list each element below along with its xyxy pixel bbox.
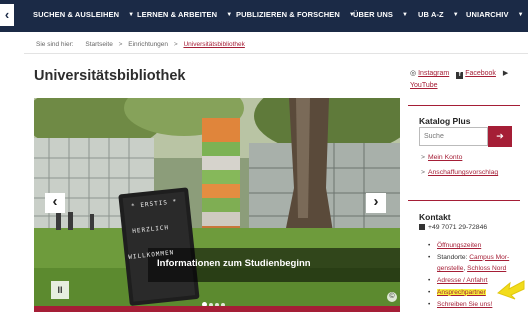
breadcrumb-separator: >	[118, 41, 123, 48]
chevron-down-icon: ▼	[517, 12, 524, 18]
pointer-arrow-icon	[497, 280, 525, 300]
kontakt-phone: +49 7071 29-72846	[419, 224, 487, 231]
facebook-icon: f	[456, 72, 464, 79]
nav-item-label: UNIARCHIV	[466, 10, 509, 19]
youtube-link[interactable]: YouTube	[410, 82, 438, 89]
nav-item-publizieren-forschen[interactable]: PUBLIZIEREN & FORSCHEN ▼	[236, 0, 355, 32]
nav-item-suchen-ausleihen[interactable]: SUCHEN & AUSLEIHEN ▼	[33, 0, 134, 32]
breadcrumb: Sie sind hier: Startseite > Einrichtunge…	[36, 41, 245, 48]
breadcrumb-separator: >	[173, 41, 178, 48]
breadcrumb-prefix: Sie sind hier:	[36, 41, 74, 48]
page-title: Universitätsbibliothek	[34, 68, 186, 84]
slider-caption[interactable]: Informationen zum Studienbeginn	[157, 258, 311, 269]
instagram-icon: ◎	[410, 70, 417, 77]
katalog-title: Katalog Plus	[419, 116, 471, 126]
nav-item-lernen-arbeiten[interactable]: LERNEN & ARBEITEN ▼	[137, 0, 232, 32]
link-ansprechpartner[interactable]: Ansprechpartner	[437, 288, 486, 296]
chevron-down-icon: ▼	[128, 12, 135, 18]
nav-item-ueber-uns[interactable]: ÜBER UNS ▼	[353, 0, 408, 32]
nav-item-ub-a-z[interactable]: UB A-Z ▼	[418, 0, 459, 32]
pause-button[interactable]: II	[51, 281, 69, 299]
chevron-down-icon: ▼	[401, 12, 409, 18]
list-item: Standorte: Campus Mor-genstelle, Schloss…	[428, 252, 528, 275]
katalog-divider	[408, 105, 520, 106]
nav-item-label: PUBLIZIEREN & FORSCHEN	[236, 10, 340, 19]
link-oeffnungszeiten[interactable]: Öffnungszeiten	[437, 242, 481, 249]
slider-prev-button[interactable]: ‹	[45, 193, 65, 213]
search-arrow-button[interactable]: ➔	[488, 126, 512, 147]
nav-item-label: SUCHEN & AUSLEIHEN	[33, 10, 120, 19]
link-mein-konto[interactable]: > Mein Konto	[421, 154, 462, 161]
slider-next-button[interactable]: ›	[366, 193, 386, 213]
link-adresse-anfahrt[interactable]: Adresse / Anfahrt	[437, 277, 488, 284]
breadcrumb-item-startseite[interactable]: Startseite	[85, 41, 112, 48]
facebook-link[interactable]: Facebook	[465, 70, 496, 77]
nav-item-label: ÜBER UNS	[353, 10, 393, 19]
link-label: Mein Konto	[427, 154, 463, 161]
top-navigation: ‹ SUCHEN & AUSLEIHEN ▼ LERNEN & ARBEITEN ▼…	[0, 0, 528, 32]
nav-item-label: LERNEN & ARBEITEN	[137, 10, 218, 19]
phone-icon	[419, 224, 425, 230]
chevron-down-icon: ▼	[452, 12, 459, 18]
breadcrumb-item-einrichtungen[interactable]: Einrichtungen	[128, 41, 168, 48]
chevron-right-icon: >	[421, 154, 425, 161]
copyright-icon[interactable]: ©	[387, 292, 397, 302]
list-item: Öffnungszeiten	[428, 240, 528, 252]
katalog-search-input[interactable]	[419, 127, 488, 146]
standorte-prefix: Standorte:	[437, 253, 470, 261]
chevron-down-icon: ▼	[226, 12, 233, 18]
hero-slider	[34, 98, 400, 307]
link-label: Anschaffungsvorschlag	[427, 169, 499, 176]
nav-item-label: UB A-Z	[418, 10, 444, 19]
link-anschaffungsvorschlag[interactable]: > Anschaffungsvorschlag	[421, 169, 498, 176]
kontakt-divider	[408, 200, 520, 201]
link-schreiben-sie-uns[interactable]: Schreiben Sie uns!	[437, 301, 492, 308]
link-schloss-nord[interactable]: Schloss Nord	[467, 265, 506, 272]
breadcrumb-item-current[interactable]: Universitätsbibliothek	[183, 41, 244, 48]
kontakt-title: Kontakt	[419, 212, 451, 222]
youtube-icon: ▶	[502, 70, 509, 77]
nav-item-uniarchiv[interactable]: UNIARCHIV ▼	[466, 0, 524, 32]
back-chevron-icon[interactable]: ‹	[0, 4, 14, 26]
phone-number: +49 7071 29-72846	[428, 224, 488, 231]
slider-accent-bar	[34, 306, 400, 312]
instagram-link[interactable]: Instagram	[418, 70, 449, 77]
social-links: ◎ Instagram f Facebook ▶ YouTube	[410, 68, 526, 92]
chevron-right-icon: >	[421, 169, 425, 176]
breadcrumb-divider	[24, 53, 528, 54]
